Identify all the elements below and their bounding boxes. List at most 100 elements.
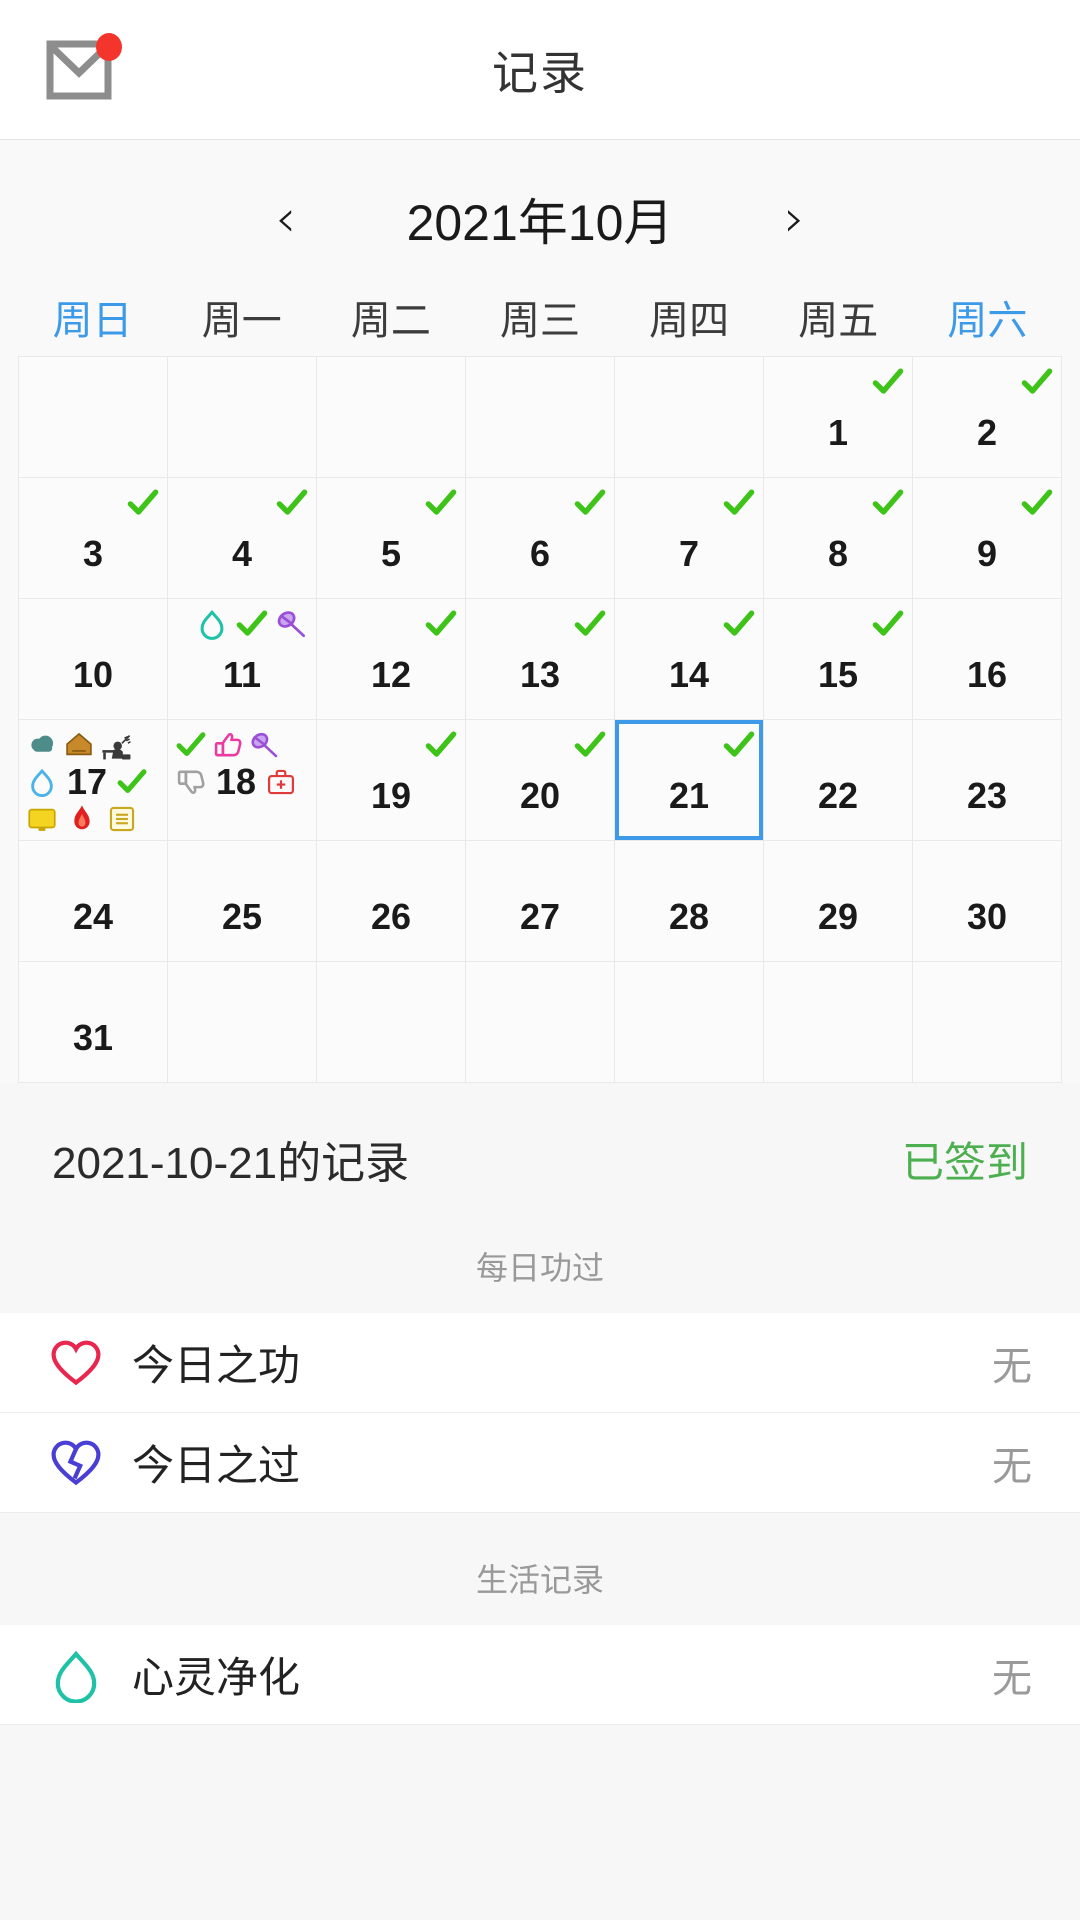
calendar-day-24[interactable]: 24 bbox=[19, 841, 168, 962]
calendar-day-28[interactable]: 28 bbox=[615, 841, 764, 962]
day-number: 24 bbox=[72, 896, 114, 937]
calendar-grid: 1 2 3 4 5 6 7 8 9 10 11 12 13 14 15 16 17 18 19 20 21 22 23 24 2… bbox=[18, 356, 1062, 1083]
calendar-day-23[interactable]: 23 bbox=[913, 720, 1062, 841]
day-number: 13 bbox=[519, 654, 561, 695]
weekday-header-6: 周六 bbox=[947, 299, 1028, 343]
calendar-day-2[interactable]: 2 bbox=[913, 357, 1062, 478]
calendar-day-empty bbox=[168, 357, 317, 478]
calendar-day-6[interactable]: 6 bbox=[466, 478, 615, 599]
list-item-value: 无 bbox=[992, 1656, 1032, 1701]
calendar-day-12[interactable]: 12 bbox=[317, 599, 466, 720]
calendar-day-5[interactable]: 5 bbox=[317, 478, 466, 599]
list-item-label: 今日之过 bbox=[132, 1442, 301, 1489]
day-icon-row-0 bbox=[621, 725, 757, 765]
page-title: 记录 bbox=[492, 46, 588, 99]
day-number: 28 bbox=[668, 896, 710, 937]
check-icon bbox=[574, 489, 606, 515]
day-icon-row-0 bbox=[770, 604, 906, 644]
heart-outline-icon bbox=[51, 1340, 101, 1385]
weekday-header-5: 周五 bbox=[798, 299, 879, 343]
record-date-title: 2021-10-21的记录 bbox=[52, 1139, 410, 1188]
calendar-day-empty bbox=[466, 962, 615, 1083]
day-number: 4 bbox=[231, 533, 253, 574]
calendar-day-27[interactable]: 27 bbox=[466, 841, 615, 962]
day-number: 7 bbox=[678, 533, 700, 574]
day-number: 31 bbox=[72, 1017, 114, 1058]
checkin-status-badge[interactable]: 已签到 bbox=[902, 1129, 1028, 1190]
calendar-day-1[interactable]: 1 bbox=[764, 357, 913, 478]
day-icon-row-0 bbox=[174, 483, 310, 523]
first-aid-kit-icon bbox=[268, 769, 295, 795]
calendar-day-empty bbox=[19, 357, 168, 478]
day-icon-row-0 bbox=[25, 483, 161, 523]
check-icon bbox=[236, 610, 268, 636]
calendar-day-26[interactable]: 26 bbox=[317, 841, 466, 962]
day-icon-row-1: 18 bbox=[174, 762, 298, 802]
calendar-day-empty bbox=[615, 962, 764, 1083]
calendar-day-21[interactable]: 21 bbox=[615, 720, 764, 841]
calendar-day-4[interactable]: 4 bbox=[168, 478, 317, 599]
next-month-button[interactable]: › bbox=[768, 187, 821, 251]
calendar-day-13[interactable]: 13 bbox=[466, 599, 615, 720]
calendar-day-22[interactable]: 22 bbox=[764, 720, 913, 841]
calendar-day-3[interactable]: 3 bbox=[19, 478, 168, 599]
day-number: 14 bbox=[668, 654, 710, 695]
check-icon bbox=[1021, 489, 1053, 515]
calendar-day-18[interactable]: 18 bbox=[168, 720, 317, 841]
check-icon bbox=[723, 489, 755, 515]
calendar-day-14[interactable]: 14 bbox=[615, 599, 764, 720]
day-number: 15 bbox=[817, 654, 859, 695]
calendar-day-7[interactable]: 7 bbox=[615, 478, 764, 599]
check-icon bbox=[276, 489, 308, 515]
list-item-value: 无 bbox=[992, 1444, 1032, 1489]
calendar-day-20[interactable]: 20 bbox=[466, 720, 615, 841]
day-number: 16 bbox=[966, 654, 1008, 695]
list-item[interactable]: 心灵净化 无 bbox=[0, 1625, 1080, 1725]
check-icon bbox=[872, 489, 904, 515]
check-icon bbox=[176, 732, 206, 757]
day-number: 27 bbox=[519, 896, 561, 937]
day-number: 5 bbox=[380, 533, 402, 574]
calendar-day-15[interactable]: 15 bbox=[764, 599, 913, 720]
calendar-day-30[interactable]: 30 bbox=[913, 841, 1062, 962]
day-icon-row-0 bbox=[323, 483, 459, 523]
section-gap bbox=[0, 1513, 1080, 1539]
monitor-icon bbox=[28, 808, 56, 831]
record-header: 2021-10-21的记录 已签到 bbox=[0, 1083, 1080, 1227]
current-month-label: 2021年10月 bbox=[406, 195, 674, 251]
calendar-day-empty bbox=[913, 962, 1062, 1083]
thumbs-up-icon bbox=[214, 733, 242, 757]
day-icon-row-0 bbox=[621, 604, 757, 644]
water-drop-blue-icon bbox=[31, 768, 53, 798]
calendar-day-29[interactable]: 29 bbox=[764, 841, 913, 962]
check-icon bbox=[117, 769, 147, 794]
calendar-day-19[interactable]: 19 bbox=[317, 720, 466, 841]
day-icon-row-0 bbox=[25, 725, 161, 765]
day-number: 19 bbox=[370, 775, 412, 816]
day-icon-row-0 bbox=[621, 483, 757, 523]
water-drop-icon bbox=[200, 609, 224, 640]
section-title-1: 生活记录 bbox=[0, 1539, 1080, 1625]
calendar-day-10[interactable]: 10 bbox=[19, 599, 168, 720]
weekday-header-row: 周日 周一 周二 周三 周四 周五 周六 bbox=[0, 288, 1080, 346]
broken-heart-icon bbox=[51, 1440, 101, 1485]
calendar-day-9[interactable]: 9 bbox=[913, 478, 1062, 599]
day-icon-row-0 bbox=[919, 362, 1055, 402]
calendar-day-17[interactable]: 17 bbox=[19, 720, 168, 841]
calendar-day-16[interactable]: 16 bbox=[913, 599, 1062, 720]
check-icon bbox=[425, 731, 457, 757]
day-number: 2 bbox=[976, 412, 998, 453]
list-item[interactable]: 今日之功 无 bbox=[0, 1313, 1080, 1413]
calendar-day-25[interactable]: 25 bbox=[168, 841, 317, 962]
prev-month-button[interactable]: ‹ bbox=[259, 187, 312, 251]
calendar-day-8[interactable]: 8 bbox=[764, 478, 913, 599]
day-icon-row-2 bbox=[25, 800, 139, 838]
calendar-day-31[interactable]: 31 bbox=[19, 962, 168, 1083]
list-item[interactable]: 今日之过 无 bbox=[0, 1413, 1080, 1513]
flame-icon bbox=[74, 805, 90, 830]
calendar-day-empty bbox=[317, 962, 466, 1083]
calendar-day-empty bbox=[168, 962, 317, 1083]
calendar-day-empty bbox=[466, 357, 615, 478]
check-icon bbox=[425, 489, 457, 515]
calendar-day-11[interactable]: 11 bbox=[168, 599, 317, 720]
